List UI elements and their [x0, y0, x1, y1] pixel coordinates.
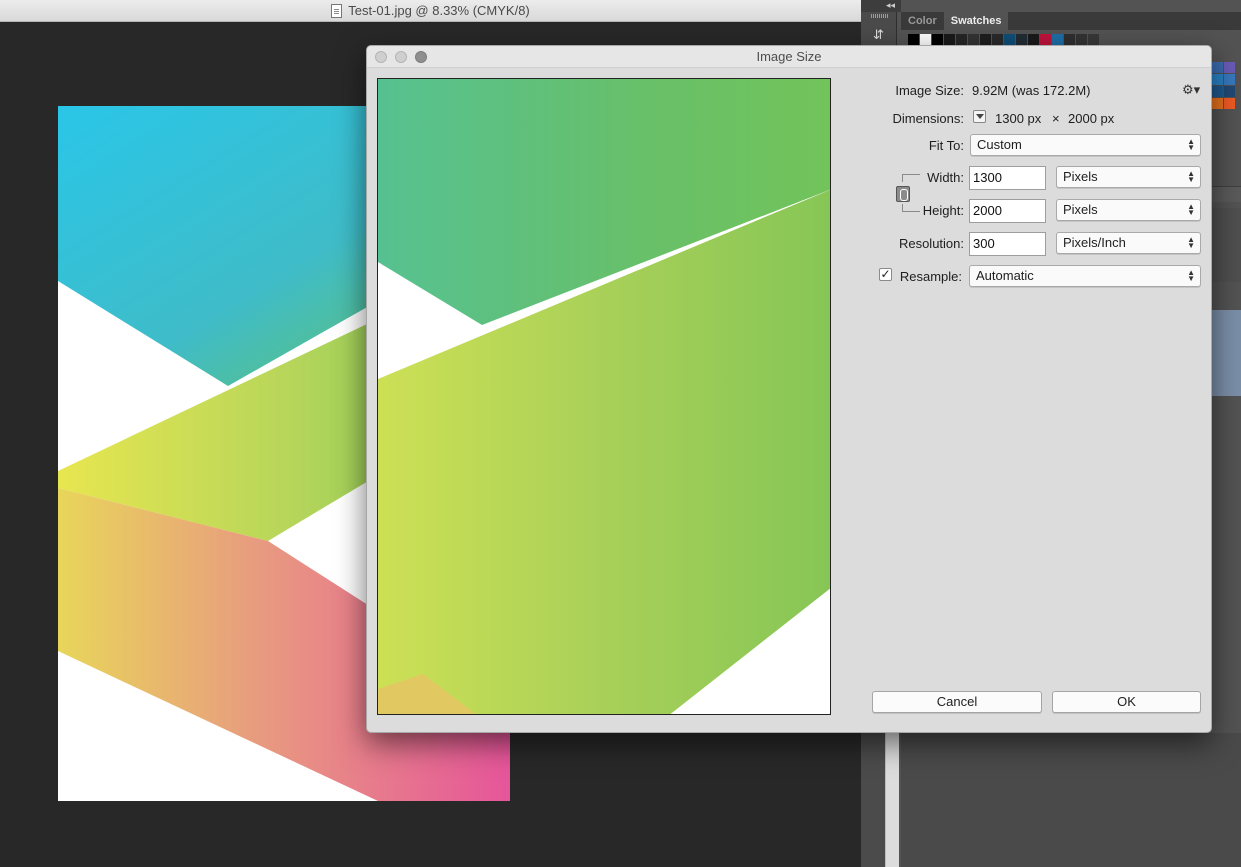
fit-to-select[interactable]: Custom ▲ ▼: [970, 134, 1201, 156]
resample-value: Automatic: [976, 268, 1034, 283]
select-arrows-icon: ▲ ▼: [1187, 202, 1195, 217]
height-unit-value: Pixels: [1063, 202, 1098, 217]
color-swatch[interactable]: [1212, 98, 1223, 109]
document-title: Test-01.jpg @ 8.33% (CMYK/8): [348, 3, 530, 18]
dimensions-height: 2000 px: [1068, 111, 1115, 126]
fit-to-value: Custom: [977, 137, 1022, 152]
settings-gear-icon[interactable]: ⚙▾: [1182, 82, 1200, 98]
width-input[interactable]: 1300: [969, 166, 1046, 190]
minimize-button[interactable]: [395, 51, 407, 63]
tab-color[interactable]: Color: [901, 12, 944, 30]
color-swatch[interactable]: [1212, 74, 1223, 85]
panel-grip-icon[interactable]: [871, 14, 889, 18]
panel-lower: [901, 733, 1241, 867]
image-size-dialog: Image Size ⚙▾ Image Size: 9.92M (was 172…: [366, 45, 1212, 733]
color-swatch[interactable]: [1224, 62, 1235, 73]
dialog-title: Image Size: [756, 49, 822, 64]
layer-thumbnail[interactable]: [1212, 310, 1241, 396]
color-swatch[interactable]: [1212, 86, 1223, 97]
collapse-panels-icon[interactable]: ◂◂: [861, 0, 901, 12]
color-swatch[interactable]: [1040, 34, 1051, 45]
document-icon: [331, 3, 343, 18]
color-swatch[interactable]: [1224, 86, 1235, 97]
resolution-label: Resolution:: [898, 236, 964, 251]
color-swatch[interactable]: [1224, 74, 1235, 85]
panel-body: [1212, 208, 1241, 282]
select-arrows-icon: ▲ ▼: [1187, 235, 1195, 250]
swatch-row: [908, 34, 1100, 45]
color-swatch[interactable]: [1212, 62, 1223, 73]
ok-button[interactable]: OK: [1052, 691, 1201, 713]
color-swatch[interactable]: [1016, 34, 1027, 45]
color-swatch[interactable]: [920, 34, 931, 45]
select-arrows-icon: ▲ ▼: [1187, 169, 1195, 184]
constrain-proportions-link-icon[interactable]: [896, 186, 910, 202]
color-swatch[interactable]: [908, 34, 919, 45]
select-arrows-icon: ▲ ▼: [1187, 137, 1195, 152]
resolution-unit-value: Pixels/Inch: [1063, 235, 1126, 250]
dialog-titlebar[interactable]: Image Size: [367, 46, 1211, 68]
color-swatch[interactable]: [1064, 34, 1075, 45]
swatch-grid: [1212, 62, 1241, 110]
color-swatch[interactable]: [956, 34, 967, 45]
resolution-unit-select[interactable]: Pixels/Inch ▲ ▼: [1056, 232, 1201, 254]
color-swatch[interactable]: [1076, 34, 1087, 45]
zoom-button[interactable]: [415, 51, 427, 63]
height-input[interactable]: 2000: [969, 199, 1046, 223]
height-unit-select[interactable]: Pixels ▲ ▼: [1056, 199, 1201, 221]
panel-header: [1212, 186, 1241, 202]
dimensions-unit-dropdown[interactable]: [973, 110, 986, 123]
preview-graphic: [378, 79, 830, 714]
dimensions-label: Dimensions:: [892, 111, 964, 126]
width-unit-value: Pixels: [1063, 169, 1098, 184]
resample-label: Resample:: [899, 269, 962, 284]
cancel-button[interactable]: Cancel: [872, 691, 1042, 713]
panel-tabs: Color Swatches: [901, 12, 1241, 30]
document-titlebar: Test-01.jpg @ 8.33% (CMYK/8): [0, 0, 861, 22]
resolution-input[interactable]: 300: [969, 232, 1046, 256]
select-arrows-icon: ▲ ▼: [1187, 268, 1195, 283]
image-preview[interactable]: [377, 78, 831, 715]
color-swatch[interactable]: [992, 34, 1003, 45]
color-swatch[interactable]: [968, 34, 979, 45]
image-size-label: Image Size:: [895, 83, 964, 98]
dimensions-times: ×: [1052, 111, 1060, 126]
color-swatch[interactable]: [1052, 34, 1063, 45]
dimensions-width: 1300 px: [995, 111, 1042, 126]
color-swatch[interactable]: [1004, 34, 1015, 45]
width-label: Width:: [927, 170, 964, 185]
tab-swatches[interactable]: Swatches: [943, 12, 1009, 30]
image-size-value: 9.92M (was 172.2M): [972, 83, 1091, 98]
width-unit-select[interactable]: Pixels ▲ ▼: [1056, 166, 1201, 188]
color-swatch[interactable]: [1088, 34, 1099, 45]
fit-to-label: Fit To:: [928, 138, 964, 153]
color-swatch[interactable]: [1028, 34, 1039, 45]
close-button[interactable]: [375, 51, 387, 63]
window-controls: [375, 51, 427, 63]
color-swatch[interactable]: [932, 34, 943, 45]
history-icon[interactable]: ⇵: [873, 26, 889, 44]
color-swatch[interactable]: [980, 34, 991, 45]
resample-select[interactable]: Automatic ▲ ▼: [969, 265, 1201, 287]
color-swatch[interactable]: [1224, 98, 1235, 109]
height-label: Height:: [922, 203, 964, 218]
color-swatch[interactable]: [944, 34, 955, 45]
